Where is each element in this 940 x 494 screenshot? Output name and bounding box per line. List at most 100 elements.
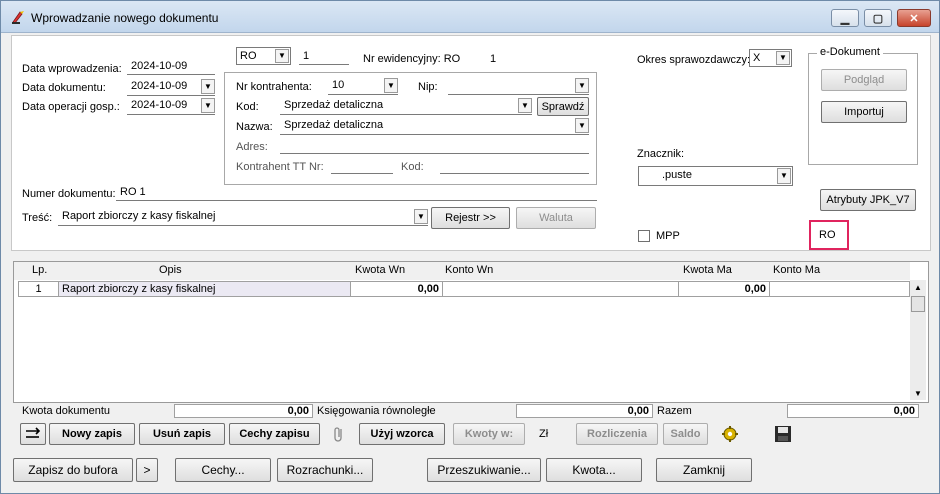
kod2-label: Kod:	[401, 161, 424, 173]
contractor-nr-select[interactable]: 10 ▼	[328, 78, 398, 95]
kod2-field[interactable]	[440, 158, 589, 174]
zamknij-button[interactable]: Zamknij	[656, 458, 752, 482]
usun-zapis-button[interactable]: Usuń zapis	[139, 423, 225, 445]
table-row[interactable]: 1 Raport zbiorczy z kasy fiskalnej 0,00 …	[18, 281, 910, 297]
scroll-down-icon[interactable]: ▼	[910, 386, 926, 400]
tresc-label: Treść:	[22, 212, 53, 224]
close-button[interactable]: ✕	[897, 9, 931, 27]
nazwa-value: Sprzedaż detaliczna	[284, 119, 384, 131]
rozliczenia-button[interactable]: Rozliczenia	[576, 423, 658, 445]
document-entry-window: Wprowadzanie nowego dokumentu ▁ ▢ ✕ Data…	[0, 0, 940, 494]
date-entry-field[interactable]: 2024-10-09	[127, 59, 215, 75]
cell-lp[interactable]: 1	[19, 282, 59, 296]
rejestr-button[interactable]: Rejestr >>	[431, 207, 510, 229]
razem-value: 0,00	[787, 404, 919, 418]
nip-select[interactable]: ▼	[448, 78, 589, 95]
dropdown-arrow-icon[interactable]: ▼	[518, 98, 532, 113]
tresc-select[interactable]: Raport zbiorczy z kasy fiskalnej ▼	[58, 209, 428, 226]
grid-header: Lp. Opis Kwota Wn Konto Wn Kwota Ma Kont…	[14, 262, 910, 280]
app-icon	[12, 11, 24, 24]
scroll-up-icon[interactable]: ▲	[910, 280, 926, 294]
col-konto-ma[interactable]: Konto Ma	[773, 264, 820, 276]
adres-field[interactable]	[280, 138, 589, 154]
cell-opis[interactable]: Raport zbiorczy z kasy fiskalnej	[59, 282, 351, 296]
doc-type-value: RO	[240, 50, 257, 62]
nr-ewidencyjny-value: 1	[490, 53, 497, 65]
ksieg-label: Księgowania równoległe	[317, 405, 436, 417]
date-entry-label: Data wprowadzenia:	[22, 63, 122, 75]
settings-button[interactable]	[719, 423, 741, 445]
przeszukiwanie-button[interactable]: Przeszukiwanie...	[427, 458, 541, 482]
contractor-tt-label: Kontrahent TT Nr:	[236, 161, 324, 173]
cechy-zapisu-button[interactable]: Cechy zapisu	[229, 423, 320, 445]
e-document-title: e-Dokument	[817, 46, 883, 58]
window-title: Wprowadzanie nowego dokumentu	[31, 11, 219, 25]
dropdown-arrow-icon[interactable]: ▼	[777, 168, 791, 184]
waluta-button[interactable]: Waluta	[516, 207, 596, 229]
e-document-group: e-Dokument Podgląd Importuj	[808, 46, 918, 165]
dropdown-arrow-icon[interactable]: ▼	[575, 118, 589, 133]
dropdown-arrow-icon[interactable]: ▼	[201, 79, 215, 94]
dropdown-arrow-icon[interactable]: ▼	[776, 51, 790, 65]
gears-icon	[722, 426, 738, 442]
kod-select[interactable]: Sprzedaż detaliczna ▼	[280, 98, 532, 115]
save-button[interactable]	[772, 423, 794, 445]
contractor-nr-value: 10	[332, 79, 345, 91]
floppy-disk-icon	[775, 426, 791, 442]
grid-scrollbar[interactable]: ▲ ▼	[910, 280, 926, 400]
znacznik-select[interactable]: .puste ▼	[638, 166, 793, 186]
nowy-zapis-button[interactable]: Nowy zapis	[49, 423, 135, 445]
maximize-button[interactable]: ▢	[864, 9, 892, 27]
rozrachunki-button[interactable]: Rozrachunki...	[277, 458, 373, 482]
dropdown-arrow-icon[interactable]: ▼	[414, 209, 428, 224]
col-konto-wn[interactable]: Konto Wn	[445, 264, 493, 276]
zapisz-do-bufora-button[interactable]: Zapisz do bufora	[13, 458, 133, 482]
numer-dokumentu-field[interactable]: RO 1	[116, 185, 597, 201]
col-kwota-ma[interactable]: Kwota Ma	[683, 264, 732, 276]
col-kwota-wn[interactable]: Kwota Wn	[355, 264, 405, 276]
nazwa-select[interactable]: Sprzedaż detaliczna ▼	[280, 118, 589, 135]
znacznik-value: .puste	[662, 169, 692, 181]
dropdown-arrow-icon[interactable]: ▼	[575, 78, 589, 93]
kwota-dok-label: Kwota dokumentu	[22, 405, 111, 417]
kwota-button[interactable]: Kwota...	[546, 458, 642, 482]
ksieg-value: 0,00	[516, 404, 653, 418]
col-opis[interactable]: Opis	[159, 264, 182, 276]
date-op-picker[interactable]: 2024-10-09 ▼	[127, 98, 215, 115]
doc-sequence-field[interactable]: 1	[299, 49, 349, 65]
minimize-button[interactable]: ▁	[831, 9, 859, 27]
numer-dokumentu-label: Numer dokumentu:	[22, 188, 116, 200]
entries-grid: Lp. Opis Kwota Wn Konto Wn Kwota Ma Kont…	[13, 261, 929, 403]
mpp-checkbox[interactable]	[638, 230, 650, 242]
doc-type-select[interactable]: RO ▼	[236, 47, 291, 65]
cechy-button[interactable]: Cechy...	[175, 458, 271, 482]
podglad-button[interactable]: Podgląd	[821, 69, 907, 91]
col-lp[interactable]: Lp.	[32, 264, 47, 276]
cell-konto-ma[interactable]	[770, 282, 909, 296]
atrybuty-jpk-button[interactable]: Atrybuty JPK_V7	[820, 189, 916, 211]
close-icon: ✕	[909, 12, 919, 25]
sprawdz-button[interactable]: Sprawdź	[537, 97, 589, 116]
importuj-button[interactable]: Importuj	[821, 101, 907, 123]
minimize-icon: ▁	[840, 12, 850, 25]
dropdown-arrow-icon[interactable]: ▼	[275, 49, 289, 63]
date-op-value: 2024-10-09	[131, 99, 188, 111]
contractor-tt-field[interactable]	[331, 158, 393, 174]
dropdown-arrow-icon[interactable]: ▼	[201, 98, 215, 113]
uzyj-wzorca-button[interactable]: Użyj wzorca	[359, 423, 445, 445]
cell-kwota-wn[interactable]: 0,00	[351, 282, 443, 296]
maximize-icon: ▢	[872, 12, 884, 25]
cell-konto-wn[interactable]	[443, 282, 679, 296]
nip-label: Nip:	[418, 81, 438, 93]
more-options-button[interactable]: >	[136, 458, 158, 482]
dropdown-arrow-icon[interactable]: ▼	[384, 78, 398, 93]
saldo-button[interactable]: Saldo	[663, 423, 708, 445]
date-doc-picker[interactable]: 2024-10-09 ▼	[127, 79, 215, 96]
cell-kwota-ma[interactable]: 0,00	[679, 282, 770, 296]
attach-button[interactable]	[328, 423, 350, 445]
toggle-view-button[interactable]	[20, 423, 46, 445]
kwota-dok-value: 0,00	[174, 404, 313, 418]
kwoty-w-button[interactable]: Kwoty w:	[453, 423, 525, 445]
okres-select[interactable]: X ▼	[749, 49, 792, 67]
scroll-thumb[interactable]	[911, 296, 925, 312]
